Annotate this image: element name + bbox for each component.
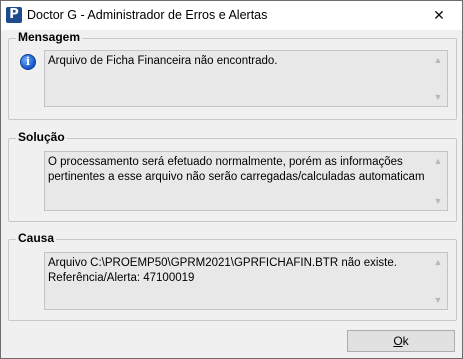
causa-label: Causa [16, 231, 57, 246]
close-button[interactable]: ✕ [416, 1, 462, 30]
scroll-down-arrow-icon[interactable]: ▼ [429, 89, 447, 105]
title-bar[interactable]: P Doctor G - Administrador de Erros e Al… [1, 1, 462, 30]
dialog-window: P Doctor G - Administrador de Erros e Al… [0, 0, 463, 359]
ok-button[interactable]: Ok [347, 330, 455, 352]
causa-text-line: Arquivo C:\PROEMP50\GPRM2021\GPRFICHAFIN… [48, 257, 397, 269]
close-icon: ✕ [433, 7, 445, 23]
mensagem-group: Mensagem i Arquivo de Ficha Financeira n… [8, 30, 457, 120]
solucao-label: Solução [16, 130, 67, 145]
scroll-down-arrow-icon[interactable]: ▼ [429, 193, 447, 209]
scroll-up-arrow-icon[interactable]: ▲ [429, 153, 447, 169]
solucao-textbox[interactable]: O processamento será efetuado normalment… [44, 151, 448, 211]
app-logo-icon: P [6, 7, 22, 23]
causa-textbox[interactable]: Arquivo C:\PROEMP50\GPRM2021\GPRFICHAFIN… [44, 252, 448, 310]
mensagem-textbox[interactable]: Arquivo de Ficha Financeira não encontra… [44, 50, 448, 107]
solucao-text-line: pertinentes a esse arquivo não serão car… [48, 171, 425, 183]
mensagem-scrollbar[interactable]: ▲ ▼ [429, 51, 447, 106]
causa-group: Causa Arquivo C:\PROEMP50\GPRM2021\GPRFI… [8, 231, 457, 321]
solucao-group: Solução O processamento será efetuado no… [8, 130, 457, 222]
window-title: Doctor G - Administrador de Erros e Aler… [27, 8, 268, 22]
solucao-scrollbar[interactable]: ▲ ▼ [429, 152, 447, 210]
scroll-up-arrow-icon[interactable]: ▲ [429, 52, 447, 68]
scroll-down-arrow-icon[interactable]: ▼ [429, 292, 447, 308]
scroll-up-arrow-icon[interactable]: ▲ [429, 254, 447, 270]
mensagem-text: Arquivo de Ficha Financeira não encontra… [48, 55, 278, 67]
causa-text-line: Referência/Alerta: 47100019 [48, 272, 195, 284]
ok-accelerator: O [393, 334, 403, 348]
causa-scrollbar[interactable]: ▲ ▼ [429, 253, 447, 309]
mensagem-label: Mensagem [16, 30, 83, 45]
solucao-text-line: O processamento será efetuado normalment… [48, 156, 403, 168]
app-logo-letter: P [9, 7, 19, 22]
info-icon-glyph: i [25, 55, 31, 68]
info-icon: i [20, 54, 36, 70]
ok-label-rest: k [402, 334, 409, 348]
